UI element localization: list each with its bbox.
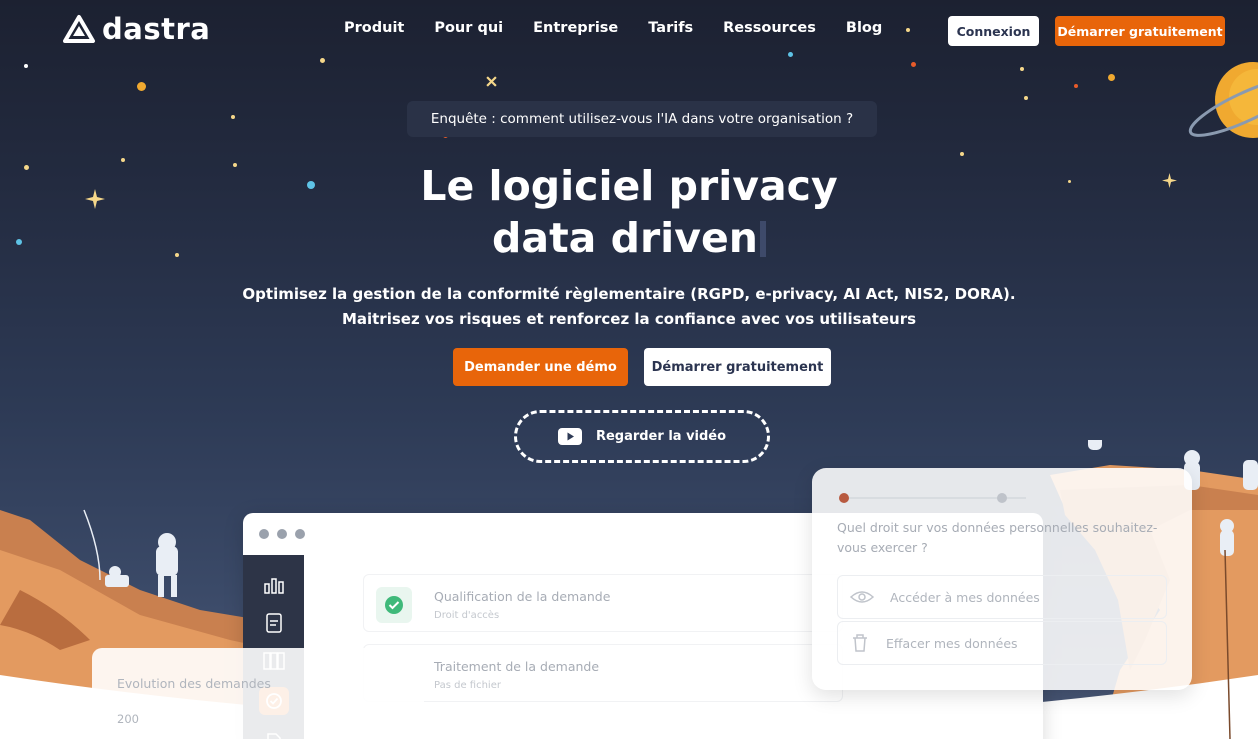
nav-item-produit[interactable]: Produit bbox=[344, 20, 404, 36]
check-circle-icon bbox=[376, 587, 412, 623]
document-icon bbox=[260, 611, 288, 635]
main-nav: Produit Pour qui Entreprise Tarifs Resso… bbox=[344, 20, 882, 36]
window-dot bbox=[259, 529, 269, 539]
option-access-data[interactable]: Accéder à mes données bbox=[837, 575, 1167, 619]
option-delete-data[interactable]: Effacer mes données bbox=[837, 621, 1167, 665]
rights-request-card: Quel droit sur vos données personnelles … bbox=[812, 468, 1192, 690]
bar-chart-icon bbox=[260, 573, 288, 597]
hero-title: Le logiciel privacy data driven bbox=[0, 160, 1258, 264]
dastra-logo-icon bbox=[63, 15, 95, 43]
nav-item-pour-qui[interactable]: Pour qui bbox=[434, 20, 503, 36]
start-free-nav-button[interactable]: Démarrer gratuitement bbox=[1055, 16, 1225, 46]
step-processing: Traitement de la demande Pas de fichier bbox=[363, 644, 843, 702]
typing-cursor bbox=[759, 221, 766, 257]
option-label: Effacer mes données bbox=[886, 635, 1018, 651]
nav-item-blog[interactable]: Blog bbox=[846, 20, 882, 36]
option-label: Accéder à mes données bbox=[890, 589, 1040, 605]
request-demo-button[interactable]: Demander une démo bbox=[453, 348, 628, 386]
rights-question: Quel droit sur vos données personnelles … bbox=[837, 520, 1158, 555]
logo-text: dastra bbox=[102, 12, 211, 46]
nav-item-ressources[interactable]: Ressources bbox=[723, 20, 816, 36]
login-button[interactable]: Connexion bbox=[948, 16, 1039, 46]
eye-icon bbox=[850, 591, 874, 603]
chart-title: Evolution des demandes bbox=[117, 676, 271, 691]
hero-subtitle-line1: Optimisez la gestion de la conformité rè… bbox=[242, 285, 1016, 303]
requests-chart-card: Evolution des demandes 200 bbox=[92, 648, 424, 739]
chart-axis-tick: 200 bbox=[117, 712, 139, 726]
progress-steps bbox=[839, 493, 1026, 503]
window-dot bbox=[295, 529, 305, 539]
step-title: Traitement de la demande bbox=[434, 659, 600, 674]
step-subtitle: Droit d'accès bbox=[434, 610, 500, 621]
survey-banner[interactable]: Enquête : comment utilisez-vous l'IA dan… bbox=[407, 101, 877, 137]
start-free-hero-button[interactable]: Démarrer gratuitement bbox=[644, 348, 831, 386]
hero-title-line1: Le logiciel privacy bbox=[420, 162, 838, 210]
step-qualification: Qualification de la demande Droit d'accè… bbox=[363, 574, 843, 632]
window-dot bbox=[277, 529, 287, 539]
hero-subtitle: Optimisez la gestion de la conformité rè… bbox=[0, 282, 1258, 332]
dastra-logo[interactable]: dastra bbox=[62, 12, 210, 46]
trash-icon bbox=[853, 634, 867, 652]
nav-item-entreprise[interactable]: Entreprise bbox=[533, 20, 618, 36]
nav-item-tarifs[interactable]: Tarifs bbox=[648, 20, 693, 36]
hero-subtitle-line2: Maitrisez vos risques et renforcez la co… bbox=[341, 310, 917, 328]
step-title: Qualification de la demande bbox=[434, 589, 611, 604]
hero-title-line2: data driven bbox=[492, 214, 758, 262]
step-subtitle: Pas de fichier bbox=[434, 680, 501, 691]
